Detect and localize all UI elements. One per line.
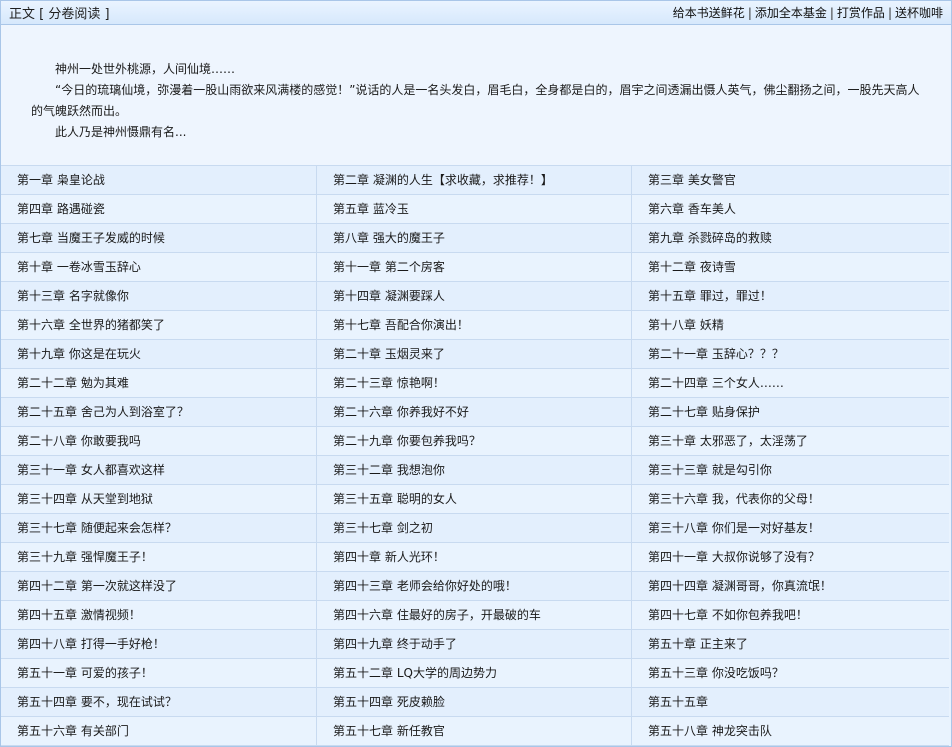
chapter-link[interactable]: 第十八章 妖精: [632, 311, 949, 340]
chapter-link[interactable]: 第四十二章 第一次就这样没了: [1, 572, 317, 601]
chapter-link[interactable]: 第八章 强大的魔王子: [317, 224, 632, 253]
chapter-link[interactable]: 第五十一章 可爱的孩子！: [1, 659, 317, 688]
chapter-link[interactable]: 第四十五章 激情视频！: [1, 601, 317, 630]
chapter-link[interactable]: 第五十八章 神龙突击队: [632, 717, 949, 746]
chapter-link[interactable]: 第十五章 罪过，罪过！: [632, 282, 949, 311]
add-fund-link[interactable]: 添加全本基金: [755, 4, 827, 21]
chapter-link[interactable]: 第五十四章 要不，现在试试？: [1, 688, 317, 717]
intro-paragraph: 此人乃是神州慑鼎有名...: [55, 125, 187, 139]
chapter-link[interactable]: 第二十九章 你要包养我吗？: [317, 427, 632, 456]
intro-paragraph: 神州一处世外桃源，人间仙境……: [55, 62, 236, 76]
chapter-link[interactable]: 第二十四章 三个女人……: [632, 369, 949, 398]
volume-reading-link[interactable]: [ 分卷阅读 ]: [39, 7, 109, 22]
chapter-link[interactable]: 第一章 枭皇论战: [1, 166, 317, 195]
chapter-link[interactable]: 第五十四章 死皮赖脸: [317, 688, 632, 717]
send-flowers-link[interactable]: 给本书送鲜花: [673, 4, 745, 21]
chapter-link[interactable]: 第五十二章 LQ大学的周边势力: [317, 659, 632, 688]
chapter-link[interactable]: 第二十八章 你敢要我吗: [1, 427, 317, 456]
intro-paragraph: “今日的琉璃仙境，弥漫着一股山雨欲来风满楼的感觉！”说话的人是一名头发白，眉毛白…: [31, 83, 920, 118]
chapter-link[interactable]: 第二十六章 你养我好不好: [317, 398, 632, 427]
chapter-link[interactable]: 第十章 一卷冰雪玉辞心: [1, 253, 317, 282]
chapter-link[interactable]: 第四十九章 终于动手了: [317, 630, 632, 659]
chapter-link[interactable]: 第三十四章 从天堂到地狱: [1, 485, 317, 514]
chapter-link[interactable]: 第十三章 名字就像你: [1, 282, 317, 311]
separator: |: [829, 5, 834, 20]
chapter-link[interactable]: 第五十三章 你没吃饭吗？: [632, 659, 949, 688]
chapter-link[interactable]: 第十一章 第二个房客: [317, 253, 632, 282]
chapter-list-panel: 正文 [ 分卷阅读 ] 给本书送鲜花 | 添加全本基金 | 打赏作品 | 送杯咖…: [0, 0, 952, 747]
chapter-link[interactable]: 第九章 杀戮碎岛的救赎: [632, 224, 949, 253]
chapter-link[interactable]: 第三十七章 随便起来会怎样？: [1, 514, 317, 543]
chapter-link[interactable]: 第五十章 正主来了: [632, 630, 949, 659]
separator: |: [887, 5, 892, 20]
section-title: 正文: [9, 7, 36, 22]
chapter-link[interactable]: 第三十章 太邪恶了，太淫荡了: [632, 427, 949, 456]
chapter-link[interactable]: 第三十六章 我，代表你的父母！: [632, 485, 949, 514]
chapter-link[interactable]: 第四十四章 凝渊哥哥，你真流氓！: [632, 572, 949, 601]
book-intro: 神州一处世外桃源，人间仙境…… “今日的琉璃仙境，弥漫着一股山雨欲来风满楼的感觉…: [1, 25, 951, 166]
chapter-link[interactable]: 第二十章 玉烟灵来了: [317, 340, 632, 369]
chapter-link[interactable]: 第五十六章 有关部门: [1, 717, 317, 746]
chapter-link[interactable]: 第十六章 全世界的猪都笑了: [1, 311, 317, 340]
chapter-link[interactable]: 第三十一章 女人都喜欢这样: [1, 456, 317, 485]
chapter-link[interactable]: 第三十五章 聪明的女人: [317, 485, 632, 514]
chapter-link[interactable]: 第十九章 你这是在玩火: [1, 340, 317, 369]
chapter-link[interactable]: 第五十五章: [632, 688, 949, 717]
chapter-link[interactable]: 第二十二章 勉为其难: [1, 369, 317, 398]
chapter-link[interactable]: 第十七章 吾配合你演出！: [317, 311, 632, 340]
chapter-link[interactable]: 第十二章 夜诗雪: [632, 253, 949, 282]
chapter-link[interactable]: 第四章 路遇碰瓷: [1, 195, 317, 224]
chapter-link[interactable]: 第五十七章 新任教官: [317, 717, 632, 746]
tip-work-link[interactable]: 打赏作品: [837, 4, 885, 21]
chapter-link[interactable]: 第四十章 新人光环！: [317, 543, 632, 572]
chapter-link[interactable]: 第二十五章 舍己为人到浴室了？: [1, 398, 317, 427]
panel-title: 正文 [ 分卷阅读 ]: [9, 3, 110, 22]
chapter-link[interactable]: 第四十六章 住最好的房子，开最破的车: [317, 601, 632, 630]
chapter-link[interactable]: 第三十九章 强悍魔王子！: [1, 543, 317, 572]
chapter-link[interactable]: 第十四章 凝渊要踩人: [317, 282, 632, 311]
chapter-link[interactable]: 第二十七章 贴身保护: [632, 398, 949, 427]
chapter-link[interactable]: 第三十七章 剑之初: [317, 514, 632, 543]
chapter-link[interactable]: 第三十八章 你们是一对好基友！: [632, 514, 949, 543]
send-coffee-link[interactable]: 送杯咖啡: [895, 4, 943, 21]
chapter-link[interactable]: 第三十二章 我想泡你: [317, 456, 632, 485]
chapter-link[interactable]: 第四十七章 不如你包养我吧！: [632, 601, 949, 630]
action-links: 给本书送鲜花 | 添加全本基金 | 打赏作品 | 送杯咖啡: [673, 4, 943, 21]
chapter-link[interactable]: 第三十三章 就是勾引你: [632, 456, 949, 485]
chapter-link[interactable]: 第二十三章 惊艳啊！: [317, 369, 632, 398]
chapter-link[interactable]: 第四十八章 打得一手好枪！: [1, 630, 317, 659]
chapter-link[interactable]: 第二十一章 玉辞心？？？: [632, 340, 949, 369]
chapter-link[interactable]: 第三章 美女警官: [632, 166, 949, 195]
chapter-link[interactable]: 第六章 香车美人: [632, 195, 949, 224]
chapter-grid: 第一章 枭皇论战 第二章 凝渊的人生【求收藏，求推荐！】 第三章 美女警官第四章 路…: [1, 166, 951, 746]
chapter-link[interactable]: 第五章 蓝冷玉: [317, 195, 632, 224]
chapter-link[interactable]: 第七章 当魔王子发威的时候: [1, 224, 317, 253]
chapter-link[interactable]: 第二章 凝渊的人生【求收藏，求推荐！】: [317, 166, 632, 195]
chapter-link[interactable]: 第四十三章 老师会给你好处的哦！: [317, 572, 632, 601]
chapter-link[interactable]: 第四十一章 大叔你说够了没有？: [632, 543, 949, 572]
panel-header: 正文 [ 分卷阅读 ] 给本书送鲜花 | 添加全本基金 | 打赏作品 | 送杯咖…: [1, 1, 951, 25]
separator: |: [747, 5, 752, 20]
